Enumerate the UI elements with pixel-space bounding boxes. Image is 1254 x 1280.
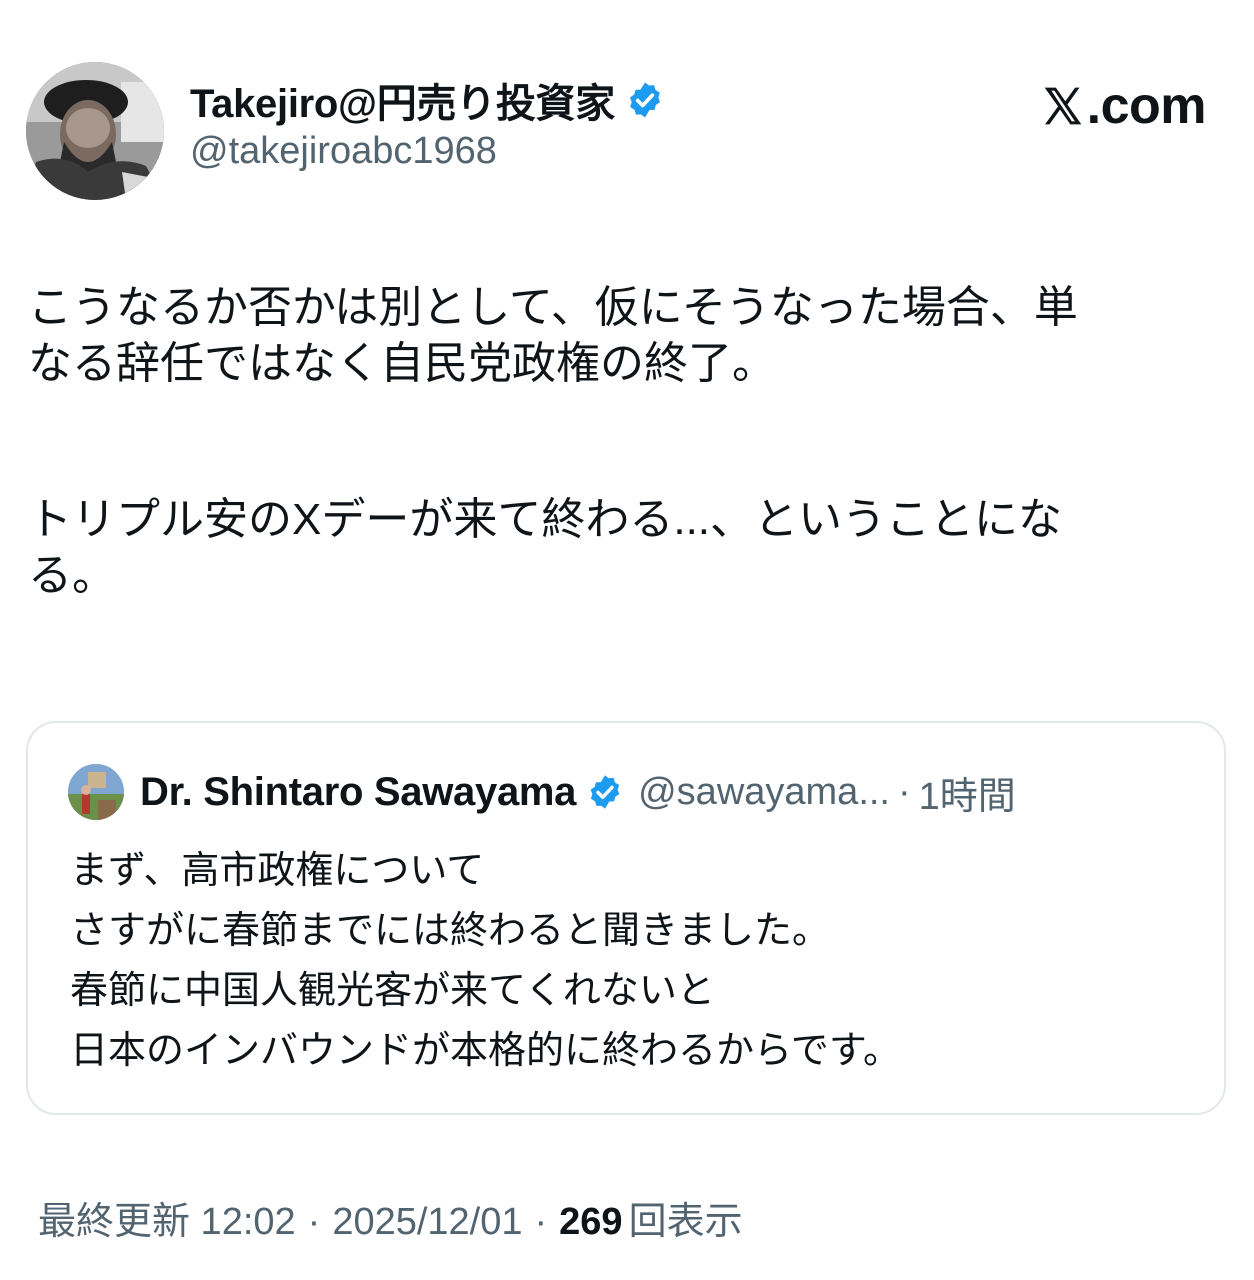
meta-separator: · <box>534 1201 548 1243</box>
author-display-name[interactable]: Takejiro@円売り投資家 <box>190 71 615 129</box>
quoted-author-handle[interactable]: @sawayama... <box>638 771 890 814</box>
x-brand-mark: .com <box>1041 76 1207 136</box>
quoted-tweet-card[interactable]: Dr. Shintaro Sawayama @sawayama... · 1時間… <box>26 721 1226 1115</box>
quoted-header-separator: · <box>898 770 911 813</box>
quoted-author-avatar[interactable] <box>68 764 124 820</box>
quoted-verified-badge-icon <box>586 773 624 811</box>
quoted-text-line: 日本のインバウンドが本格的に終わるからです。 <box>70 1030 902 1072</box>
tweet-meta: 最終更新 12:02 · 2025/12/01 · 269 回表示 <box>38 1190 743 1245</box>
quoted-text-line: まず、高市政権について <box>70 850 485 892</box>
views-label: 回表示 <box>628 1201 743 1243</box>
meta-separator: · <box>307 1201 321 1243</box>
tweet-paragraph-1: こうなるか否かは別として、仮にそうなった場合、単 なる辞任ではなく自民党政権の終… <box>28 283 1078 388</box>
verified-badge-icon <box>625 80 665 120</box>
x-logo-icon <box>1044 87 1081 125</box>
author-handle[interactable]: @takejiroabc1968 <box>190 130 497 173</box>
views-count: 269 <box>559 1201 623 1243</box>
tweet-text: こうなるか否かは別として、仮にそうなった場合、単 なる辞任ではなく自民党政権の終… <box>28 280 1228 604</box>
quoted-tweet-time[interactable]: 1時間 <box>919 765 1016 820</box>
quoted-tweet-header: Dr. Shintaro Sawayama @sawayama... · 1時間 <box>68 763 1016 821</box>
author-name-row: Takejiro@円売り投資家 <box>190 72 665 128</box>
tweet-paragraph-2: トリプル安のXデーが来て終わる...、ということにな る。 <box>28 495 1063 600</box>
author-avatar[interactable] <box>26 62 164 200</box>
quoted-text-line: 春節に中国人観光客が来てくれないと <box>70 970 715 1012</box>
brand-domain-label: .com <box>1086 77 1207 135</box>
quoted-text-line: さすがに春節までには終わると聞きました。 <box>70 910 831 952</box>
quoted-author-name[interactable]: Dr. Shintaro Sawayama <box>140 770 576 815</box>
updated-timestamp[interactable]: 最終更新 12:02 <box>38 1190 296 1245</box>
tweet-date[interactable]: 2025/12/01 <box>332 1201 522 1244</box>
quoted-tweet-text: まず、高市政権について さすがに春節までには終わると聞きました。 春節に中国人観… <box>70 841 901 1081</box>
